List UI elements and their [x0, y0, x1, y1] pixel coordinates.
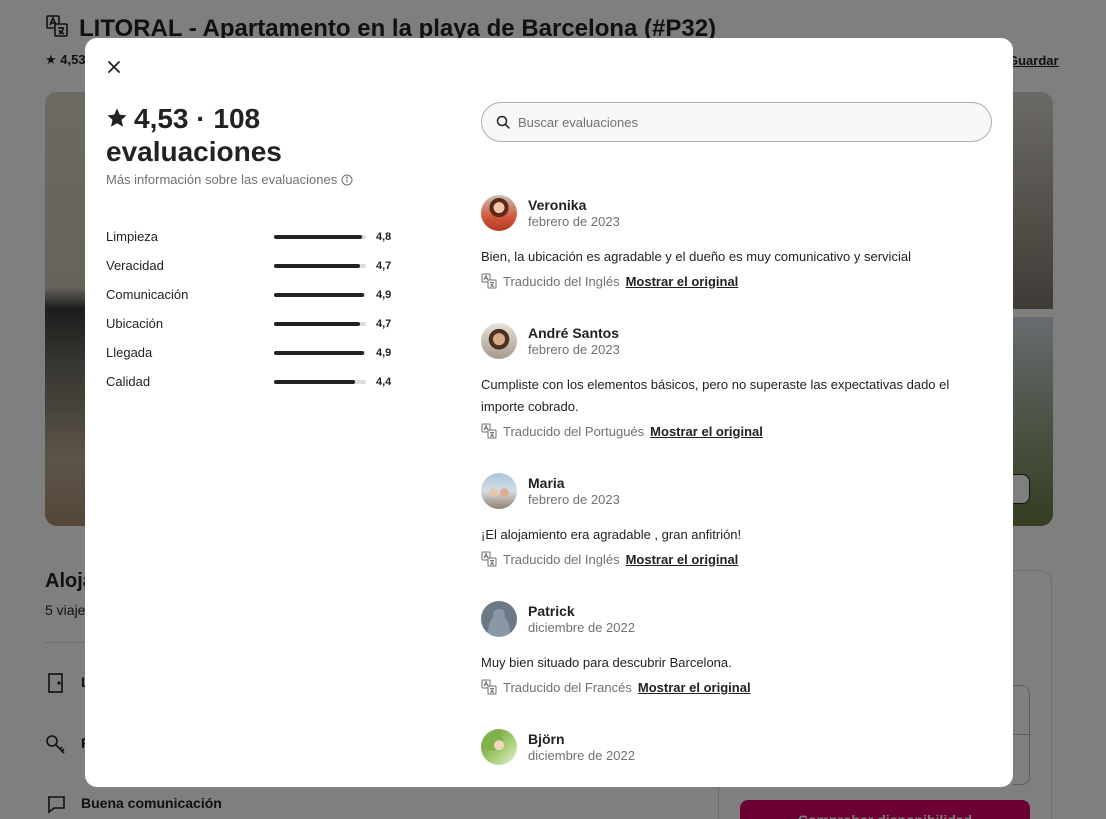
info-icon	[341, 174, 353, 185]
review-date: diciembre de 2022	[528, 747, 635, 763]
translated-from: Traducido del Francés	[503, 679, 632, 695]
review-item: Patrick diciembre de 2022 Muy bien situado…	[481, 600, 1001, 698]
review-item: Björn diciembre de 2022	[481, 728, 1001, 766]
reviewer-info: Maria febrero de 2023	[528, 475, 620, 508]
category-bar-fill	[274, 379, 355, 384]
category-value: 4,4	[376, 375, 392, 388]
category-bar	[274, 379, 366, 384]
translate-icon	[481, 273, 497, 289]
reviewer-info: Björn diciembre de 2022	[528, 731, 635, 764]
category-bar	[274, 263, 366, 268]
category-label: Ubicación	[106, 316, 164, 331]
translated-from: Traducido del Portugués	[503, 423, 645, 439]
review-text: Cumpliste con los elementos básicos, per…	[481, 377, 950, 414]
review-item: André Santos febrero de 2023 Cumpliste con…	[481, 322, 1001, 442]
review-translation: Traducido del Portugués Mostrar el origin…	[481, 420, 1001, 442]
category-value: 4,7	[376, 317, 392, 330]
reviewer-name: Maria	[528, 474, 565, 491]
show-original-link[interactable]: Mostrar el original	[650, 424, 763, 439]
category-row: Calidad 4,4	[106, 367, 396, 396]
show-original-link[interactable]: Mostrar el original	[626, 274, 739, 289]
avatar[interactable]	[481, 473, 517, 509]
reviewer-name: Veronika	[528, 196, 587, 213]
search-input[interactable]	[518, 114, 978, 130]
category-bar	[274, 292, 366, 297]
category-bar	[274, 234, 366, 239]
review-header: Patrick diciembre de 2022	[481, 600, 1001, 638]
review-header: Björn diciembre de 2022	[481, 728, 1001, 766]
category-value: 4,8	[376, 230, 392, 243]
review-header: Veronika febrero de 2023	[481, 194, 1001, 232]
show-original-link[interactable]: Mostrar el original	[626, 552, 739, 567]
category-row: Comunicación 4,9	[106, 280, 396, 309]
reviewer-info: Veronika febrero de 2023	[528, 197, 620, 230]
category-value: 4,9	[376, 346, 392, 359]
category-label: Calidad	[106, 374, 151, 389]
more-info-link[interactable]: Más información sobre las evaluaciones	[106, 172, 406, 187]
overall-score: 4,53	[134, 103, 189, 134]
avatar[interactable]	[481, 729, 517, 765]
review-count: 108	[213, 103, 261, 134]
heading-separator: ·	[196, 103, 206, 134]
category-row: Llegada 4,9	[106, 338, 396, 367]
review-date: febrero de 2023	[528, 213, 620, 229]
category-bar-fill	[274, 234, 363, 239]
category-bar-fill	[274, 263, 361, 268]
category-label: Limpieza	[106, 229, 159, 244]
reviewer-name: Patrick	[528, 602, 575, 619]
show-original-link[interactable]: Mostrar el original	[638, 680, 751, 695]
avatar[interactable]	[481, 601, 517, 637]
avatar[interactable]	[481, 195, 517, 231]
reviewer-info: Patrick diciembre de 2022	[528, 603, 635, 636]
reviews-summary: 4,53 · 108 evaluaciones Más información …	[106, 102, 406, 187]
close-button[interactable]	[101, 54, 127, 80]
translate-icon	[481, 679, 497, 695]
category-bar-fill	[274, 350, 365, 355]
category-bar	[274, 350, 366, 355]
category-row: Ubicación 4,7	[106, 309, 396, 338]
reviewer-info: André Santos febrero de 2023	[528, 325, 620, 358]
category-label: Llegada	[106, 345, 153, 360]
more-info-label: Más información sobre las evaluaciones	[106, 172, 338, 187]
category-bar-fill	[274, 292, 365, 297]
category-ratings: Limpieza 4,8 Veracidad 4,7 Comunicación 4,9 Ub…	[106, 222, 396, 396]
translate-icon	[481, 423, 497, 439]
review-translation: Traducido del Francés Mostrar el original	[481, 676, 1001, 698]
star-icon	[107, 108, 127, 127]
avatar[interactable]	[481, 323, 517, 359]
category-label: Comunicación	[106, 287, 189, 302]
search-icon	[496, 115, 510, 129]
category-bar-fill	[274, 321, 361, 326]
category-label: Veracidad	[106, 258, 164, 273]
category-row: Limpieza 4,8	[106, 222, 396, 251]
translated-from: Traducido del Inglés	[503, 551, 620, 567]
reviews-modal: 4,53 · 108 evaluaciones Más información …	[85, 38, 1013, 787]
review-item: Veronika febrero de 2023 Bien, la ubicació…	[481, 194, 1001, 292]
category-row: Veracidad 4,7	[106, 251, 396, 280]
translated-from: Traducido del Inglés	[503, 273, 620, 289]
category-value: 4,9	[376, 288, 392, 301]
review-text: Muy bien situado para descubrir Barcelon…	[481, 655, 732, 670]
review-header: André Santos febrero de 2023	[481, 322, 1001, 360]
reviewer-name: Björn	[528, 730, 565, 747]
review-text: ¡El alojamiento era agradable , gran anf…	[481, 527, 742, 542]
reviews-list: Veronika febrero de 2023 Bien, la ubicació…	[481, 194, 1001, 787]
review-date: diciembre de 2022	[528, 619, 635, 635]
review-count-label: evaluaciones	[106, 136, 282, 167]
review-item: Maria febrero de 2023 ¡El alojamiento era …	[481, 472, 1001, 570]
search-reviews[interactable]	[481, 102, 992, 142]
review-date: febrero de 2023	[528, 491, 620, 507]
review-translation: Traducido del Inglés Mostrar el original	[481, 548, 1001, 570]
translate-icon	[481, 551, 497, 567]
reviews-heading: 4,53 · 108 evaluaciones	[106, 102, 406, 168]
category-bar	[274, 321, 366, 326]
review-text: Bien, la ubicación es agradable y el due…	[481, 249, 911, 264]
close-icon	[108, 61, 120, 73]
review-header: Maria febrero de 2023	[481, 472, 1001, 510]
review-translation: Traducido del Inglés Mostrar el original	[481, 270, 1001, 292]
category-value: 4,7	[376, 259, 392, 272]
reviewer-name: André Santos	[528, 324, 620, 341]
review-date: febrero de 2023	[528, 341, 620, 357]
